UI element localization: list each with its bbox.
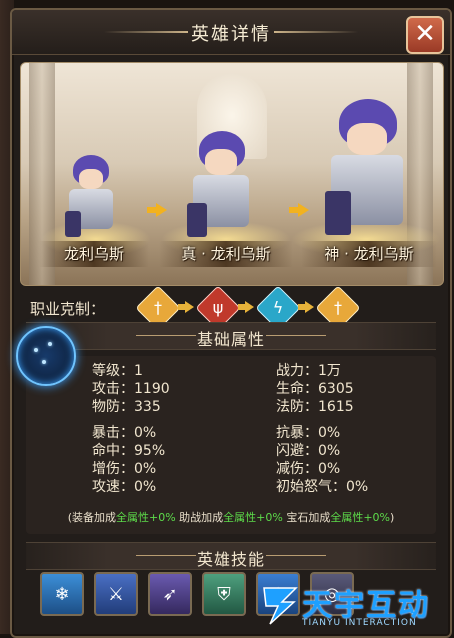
- hero-stage-1-figure[interactable]: [61, 155, 121, 245]
- cape: [325, 191, 351, 235]
- stat-phys-def: 物防：335: [92, 399, 161, 415]
- shield-skill-icon[interactable]: ⛨: [202, 572, 246, 616]
- frost-skill-icon[interactable]: ❄: [40, 572, 84, 616]
- hero-stage-3-figure[interactable]: [317, 99, 417, 245]
- page-title: 英雄详情: [191, 24, 271, 45]
- slash-skill-icon[interactable]: ⚔: [94, 572, 138, 616]
- evolution-showcase: 龙利乌斯 真 · 龙利乌斯 神 · 龙利乌斯: [20, 62, 444, 286]
- stat-magic-def: 法防：1615: [276, 399, 354, 415]
- stat-crit-resist: 抗暴：0%: [276, 425, 341, 441]
- counter-arrow-head: [185, 301, 194, 313]
- stat-dodge: 闪避：0%: [276, 443, 341, 459]
- skills-title: 英雄技能: [196, 550, 265, 569]
- stat-dmg-boost: 增伤：0%: [92, 461, 157, 477]
- basic-stats-panel: 等级：1 战力：1万 攻击：1190 生命：6305 物防：335 法防：161…: [26, 356, 436, 534]
- stat-hit: 命中：95%: [92, 443, 166, 459]
- title-bar: 英雄详情 ✕: [12, 10, 450, 55]
- face: [347, 123, 387, 155]
- counter-arrow-head: [245, 301, 254, 313]
- skills-header: 英雄技能: [26, 542, 436, 570]
- counter-arrow-head: [305, 301, 314, 313]
- stat-level: 等级：1: [92, 363, 143, 379]
- hero-detail-panel: 英雄详情 ✕ 龙利乌斯 真 · 龙利乌斯 神 · 龙利乌斯 职业克制： † ψ …: [10, 8, 452, 638]
- tianyu-logo-icon: [263, 587, 298, 625]
- bonus-summary: (装备加成全属性+0% 助战加成全属性+0% 宝石加成全属性+0%): [67, 511, 395, 524]
- orb-sparkle: [48, 342, 52, 346]
- face: [79, 169, 103, 189]
- class-counter-row: 职业克制： † ψ ϟ †: [30, 285, 440, 331]
- hero-stage-2-figure[interactable]: [181, 131, 261, 243]
- cape: [65, 211, 81, 237]
- stage-2-name: 真 · 龙利乌斯: [159, 241, 293, 267]
- title-deco-right: [274, 31, 358, 33]
- watermark-logo: 天宇互动 TIANYU INTERACTION: [258, 578, 454, 634]
- watermark-subtext: TIANYU INTERACTION: [302, 618, 417, 628]
- stat-atk-speed: 攻速：0%: [92, 479, 157, 495]
- stage-3-name: 神 · 龙利乌斯: [301, 241, 437, 267]
- stat-initial-rage: 初始怒气：0%: [276, 479, 369, 495]
- magic-orb-icon: [16, 326, 76, 386]
- basic-stats-title: 基础属性: [196, 330, 265, 349]
- evolve-arrow-2-head: [298, 203, 309, 217]
- stat-dmg-reduce: 减伤：0%: [276, 461, 341, 477]
- orb-sparkle: [34, 348, 38, 352]
- stage-1-name: 龙利乌斯: [39, 241, 149, 267]
- orb-sparkle: [42, 360, 46, 364]
- header-deco: [266, 555, 326, 556]
- class-counter-label: 职业克制：: [30, 300, 106, 318]
- header-deco: [266, 335, 326, 336]
- stat-hp: 生命：6305: [276, 381, 354, 397]
- stat-crit: 暴击：0%: [92, 425, 157, 441]
- close-button[interactable]: ✕: [406, 16, 444, 54]
- evolve-arrow-1-head: [156, 203, 167, 217]
- spear-skill-icon[interactable]: ➶: [148, 572, 192, 616]
- cape: [187, 203, 207, 237]
- stat-power: 战力：1万: [276, 363, 341, 379]
- basic-stats-header: 基础属性: [26, 322, 436, 350]
- stat-attack: 攻击：1190: [92, 381, 170, 397]
- face: [205, 149, 237, 175]
